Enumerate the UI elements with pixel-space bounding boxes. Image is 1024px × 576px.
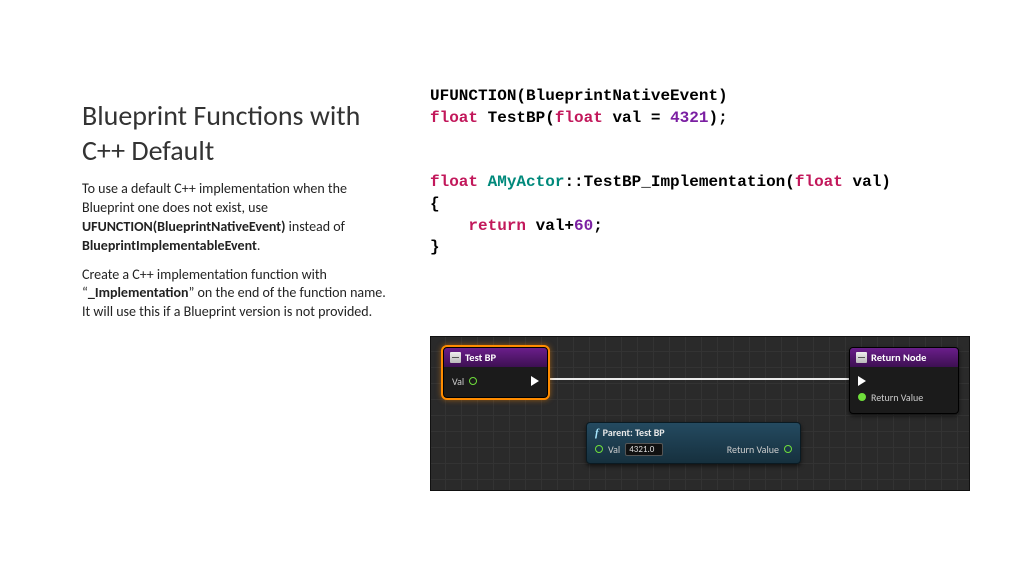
code-keyword: float: [555, 109, 603, 127]
paragraph-2: Create a C++ implementation function wit…: [82, 266, 392, 323]
code-keyword: float: [430, 173, 478, 191]
pin-label: Val: [452, 375, 464, 388]
node-header[interactable]: Return Node: [850, 348, 958, 367]
code-keyword: float: [430, 109, 478, 127]
float-pin-icon[interactable]: [858, 393, 866, 401]
pin-label: Val: [608, 443, 620, 456]
code-text: );: [708, 109, 727, 127]
node-title: Parent: Test BP: [603, 426, 665, 439]
code-text: {: [430, 195, 440, 213]
code-text: val =: [603, 109, 670, 127]
exec-pin-icon[interactable]: [531, 376, 539, 386]
float-pin-icon[interactable]: [469, 377, 477, 385]
node-return[interactable]: Return Node Return Value: [849, 347, 959, 414]
float-pin-icon[interactable]: [784, 445, 792, 453]
node-title: Return Node: [871, 351, 926, 364]
exec-out-pin[interactable]: [531, 373, 539, 389]
exec-in-pin[interactable]: [858, 373, 923, 389]
code-number: 60: [574, 217, 593, 235]
page-title: Blueprint Functions with C++ Default: [82, 98, 392, 168]
val-input-pin[interactable]: Val 4321.0: [595, 441, 663, 457]
node-title: Test BP: [465, 351, 496, 364]
paragraph-1: To use a default C++ implementation when…: [82, 180, 392, 256]
bold-text: UFUNCTION(BlueprintNativeEvent): [82, 218, 285, 235]
default-value-input[interactable]: 4321.0: [625, 443, 663, 456]
node-body: Return Value: [850, 367, 958, 413]
val-pin-row[interactable]: Val: [452, 373, 477, 389]
code-block: UFUNCTION(BlueprintNativeEvent) float Te…: [430, 86, 970, 259]
code-number: 4321: [670, 109, 708, 127]
function-icon: f: [595, 427, 599, 439]
code-line: UFUNCTION(BlueprintNativeEvent): [430, 87, 728, 105]
node-header[interactable]: Test BP: [444, 348, 547, 367]
text: To use a default C++ implementation when…: [82, 180, 347, 216]
text: instead of: [285, 218, 344, 235]
event-icon: [450, 352, 461, 363]
pin-label: Return Value: [871, 391, 923, 404]
code-text: val+: [526, 217, 574, 235]
node-test-bp[interactable]: Test BP Val: [443, 347, 548, 398]
return-value-pin[interactable]: Return Value: [858, 389, 923, 405]
code-text: ::TestBP_Implementation(: [564, 173, 794, 191]
code-text: TestBP(: [478, 109, 555, 127]
code-keyword: float: [795, 173, 843, 191]
float-pin-icon[interactable]: [595, 445, 603, 453]
exec-wire: [544, 378, 874, 380]
pin-label: Return Value: [727, 443, 779, 456]
code-keyword: return: [430, 217, 526, 235]
code-text: }: [430, 238, 440, 256]
blueprint-graph[interactable]: Test BP Val Return Node: [430, 336, 970, 491]
event-icon: [856, 352, 867, 363]
code-text: ;: [593, 217, 603, 235]
bold-text: BlueprintImplementableEvent: [82, 237, 257, 254]
compact-header: f Parent: Test BP: [595, 426, 792, 441]
bold-text: _Implementation: [88, 284, 189, 301]
node-parent-test-bp[interactable]: f Parent: Test BP Val 4321.0 Return Valu…: [586, 422, 801, 464]
text-column: Blueprint Functions with C++ Default To …: [82, 98, 392, 332]
return-value-output-pin[interactable]: Return Value: [727, 441, 792, 457]
code-class: AMyActor: [478, 173, 564, 191]
node-body: Val: [444, 367, 547, 397]
exec-pin-icon[interactable]: [858, 376, 866, 386]
code-text: val): [843, 173, 891, 191]
text: .: [257, 237, 261, 254]
